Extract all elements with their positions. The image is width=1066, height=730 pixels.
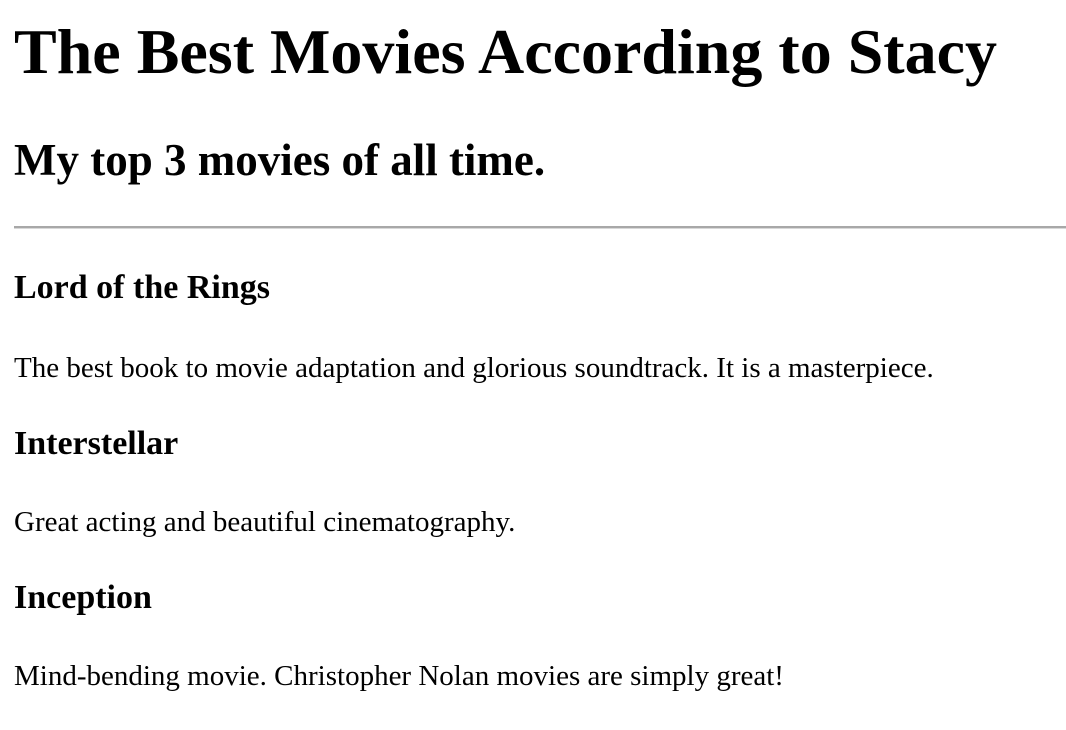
page-subtitle: My top 3 movies of all time. — [14, 135, 546, 185]
movie-description-lord-of-the-rings: The best book to movie adaptation and gl… — [14, 352, 934, 384]
movie-description-interstellar: Great acting and beautiful cinematograph… — [14, 506, 516, 538]
page-title: The Best Movies According to Stacy — [14, 16, 997, 87]
movie-title-inception: Inception — [14, 579, 152, 616]
movie-title-lord-of-the-rings: Lord of the Rings — [14, 269, 270, 306]
movie-title-interstellar: Interstellar — [14, 425, 179, 462]
horizontal-divider — [14, 226, 1066, 229]
movie-description-inception: Mind-bending movie. Christopher Nolan mo… — [14, 660, 784, 692]
